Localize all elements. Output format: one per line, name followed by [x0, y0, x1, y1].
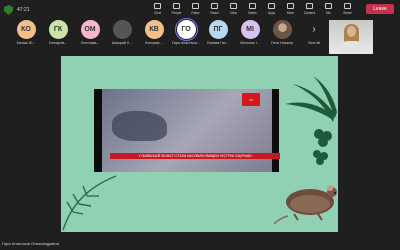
- channel-logo: 24: [242, 93, 260, 106]
- self-camera-preview[interactable]: [329, 20, 373, 54]
- participant-strip: КО Калаш Ю... ГК Гончаров... ОМ Охотника... Ша…: [12, 18, 328, 45]
- view-icon: [230, 3, 237, 9]
- participant-tile[interactable]: ПГ Попова Гал...: [204, 20, 232, 45]
- meeting-toolbar: Chat People Raise React View Notes Apps More Cam…: [150, 3, 355, 15]
- news-ticker: У ЛЬВІВСЬКІЙ ОБЛАСТІ СТАЛИ МАСОВИМ ЯВИЩЕ…: [110, 153, 280, 159]
- clover-leaves-icon: [313, 129, 332, 165]
- participant-tile[interactable]: Шамрай Л...: [108, 20, 136, 45]
- participant-name: Пєтя Наталія: [271, 41, 293, 45]
- participant-tile[interactable]: МІ Мельник І...: [236, 20, 264, 45]
- react-button[interactable]: React: [207, 3, 222, 15]
- view-all-label: View all: [307, 41, 321, 45]
- toolbar-label: View: [230, 11, 237, 15]
- avatar: [112, 20, 132, 39]
- meeting-info: 47:21: [4, 5, 30, 15]
- video-player[interactable]: 24 У ЛЬВІВСЬКІЙ ОБЛАСТІ СТАЛИ МАСОВИМ ЯВ…: [94, 89, 280, 172]
- fern-leaf-icon: [62, 175, 117, 231]
- avatar: ГК: [48, 20, 68, 39]
- apps-icon: [268, 3, 275, 9]
- palm-leaf-icon: [285, 76, 337, 122]
- presenter-name-label: Гара Анастасія Олександрівна: [2, 241, 59, 246]
- shield-icon: [4, 5, 13, 15]
- avatar: ОМ: [80, 20, 100, 39]
- avatar: [272, 20, 292, 39]
- toolbar-label: React: [210, 11, 219, 15]
- toolbar-label: Mic: [326, 11, 331, 15]
- chat-button[interactable]: Chat: [150, 3, 165, 15]
- participant-tile[interactable]: КО Калаш Ю...: [12, 20, 40, 45]
- participant-name: Охотника...: [80, 41, 100, 45]
- chevron-right-icon: ›: [312, 24, 316, 35]
- share-icon: [344, 3, 351, 9]
- view-all-button[interactable]: › View all: [300, 20, 328, 45]
- notes-button[interactable]: Notes: [245, 3, 260, 15]
- share-button[interactable]: Share: [340, 3, 355, 15]
- notes-icon: [249, 3, 256, 9]
- avatar: КО: [16, 20, 36, 39]
- raise-icon: [192, 3, 199, 9]
- participant-name: Шамрай Л...: [111, 41, 133, 45]
- toolbar-label: Camera: [303, 11, 316, 15]
- toolbar-label: More: [286, 11, 295, 15]
- rat-illustration: [274, 185, 337, 224]
- camera-icon: [306, 3, 313, 9]
- more-button[interactable]: More: [283, 3, 298, 15]
- meeting-timer: 47:21: [17, 7, 30, 13]
- toolbar-label: People: [171, 11, 182, 15]
- react-icon: [211, 3, 218, 9]
- participant-name: Калаш Ю...: [16, 41, 36, 45]
- avatar: ГО: [174, 18, 198, 41]
- toolbar-label: Chat: [154, 11, 161, 15]
- participant-name: Гончаров...: [48, 41, 68, 45]
- participant-name: Гара Анастасія...: [171, 41, 201, 45]
- participant-tile[interactable]: ГО Гара Анастасія...: [171, 18, 201, 45]
- toolbar-label: Apps: [267, 11, 276, 15]
- mic-button[interactable]: Mic: [321, 3, 336, 15]
- chat-icon: [154, 3, 161, 9]
- video-frame: 24 У ЛЬВІВСЬКІЙ ОБЛАСТІ СТАЛИ МАСОВИМ ЯВ…: [102, 89, 280, 172]
- participant-name: Мельник І...: [240, 41, 260, 45]
- avatar: ПГ: [208, 20, 228, 39]
- apps-button[interactable]: Apps: [264, 3, 279, 15]
- screen-share-area: 24 У ЛЬВІВСЬКІЙ ОБЛАСТІ СТАЛИ МАСОВИМ ЯВ…: [61, 56, 338, 232]
- participant-name: Попова Гал...: [206, 41, 230, 45]
- toolbar-label: Share: [343, 11, 352, 15]
- camera-button[interactable]: Camera: [302, 3, 317, 15]
- raise-button[interactable]: Raise: [188, 3, 203, 15]
- toolbar-label: Raise: [191, 11, 200, 15]
- mic-icon: [325, 3, 332, 9]
- participant-tile[interactable]: ОМ Охотника...: [76, 20, 104, 45]
- avatar: МІ: [240, 20, 260, 39]
- more-icon: [287, 3, 294, 9]
- people-button[interactable]: People: [169, 3, 184, 15]
- participant-tile[interactable]: Пєтя Наталія: [268, 20, 296, 45]
- participant-tile[interactable]: ГК Гончаров...: [44, 20, 72, 45]
- participant-tile[interactable]: КВ Коломиє...: [140, 20, 168, 45]
- people-icon: [173, 3, 180, 9]
- view-button[interactable]: View: [226, 3, 241, 15]
- avatar: КВ: [144, 20, 164, 39]
- participant-name: Коломиє...: [145, 41, 163, 45]
- toolbar-label: Notes: [248, 11, 257, 15]
- leave-button[interactable]: Leave: [366, 4, 394, 14]
